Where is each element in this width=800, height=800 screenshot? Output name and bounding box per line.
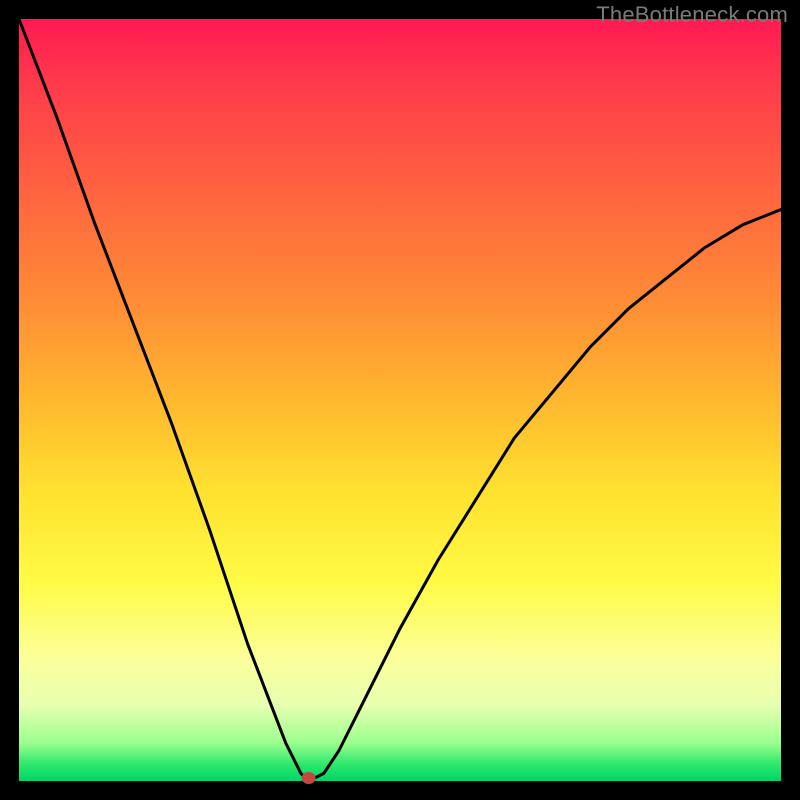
marker-dot (302, 772, 316, 784)
bottleneck-curve (19, 19, 781, 781)
chart-svg (19, 19, 781, 781)
chart-frame (19, 19, 781, 781)
chart-area (19, 19, 781, 781)
watermark-text: TheBottleneck.com (596, 2, 788, 28)
